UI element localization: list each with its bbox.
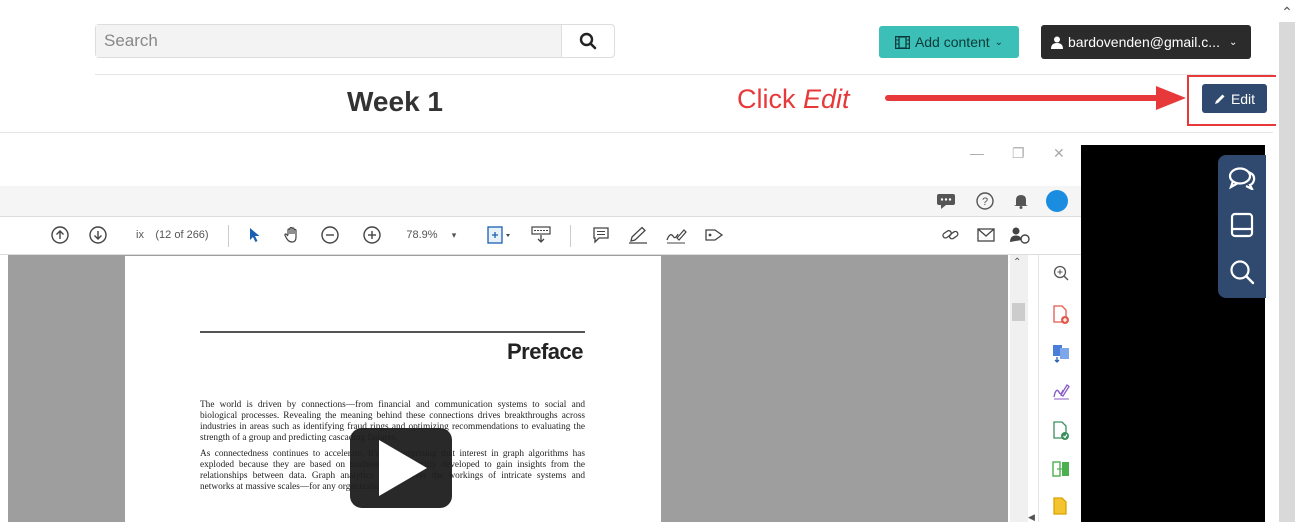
page-count: (12 of 266)	[155, 229, 209, 241]
user-menu-button[interactable]: bardovenden@gmail.c... ⌄	[1041, 25, 1251, 59]
scroll-up-icon[interactable]: ⌃	[1013, 257, 1021, 268]
mail-icon[interactable]	[975, 223, 997, 247]
pencil-icon	[1214, 94, 1225, 104]
fit-page-icon[interactable]	[484, 223, 514, 247]
chat-bubbles-icon[interactable]	[1227, 163, 1257, 193]
annotation-emphasis: Edit	[803, 84, 850, 114]
play-icon	[379, 440, 427, 496]
annotation-arrow	[885, 86, 1186, 110]
export-pdf-icon[interactable]	[1051, 343, 1071, 363]
zoom-in-icon[interactable]	[362, 223, 382, 247]
user-email: bardovenden@gmail.c...	[1068, 34, 1220, 50]
page-scrollbar-thumb[interactable]	[1279, 22, 1295, 522]
toolbar-separator	[228, 225, 229, 247]
create-pdf-icon[interactable]	[1051, 305, 1071, 325]
divider	[0, 132, 1273, 133]
comment-icon[interactable]	[937, 194, 955, 209]
divider	[95, 74, 1273, 75]
chevron-down-icon: ⌄	[1228, 36, 1238, 48]
page-up-icon[interactable]	[50, 223, 70, 247]
zoom-search-icon[interactable]	[1051, 263, 1071, 283]
film-icon	[894, 35, 910, 49]
chevron-down-icon[interactable]: ▾	[448, 223, 460, 247]
collapse-pane-icon[interactable]: ◀	[1028, 512, 1035, 522]
hand-icon[interactable]	[281, 223, 303, 247]
scroll-mode-icon[interactable]	[528, 223, 554, 247]
minimize-icon[interactable]: —	[970, 145, 984, 161]
avatar[interactable]	[1046, 190, 1068, 212]
help-icon[interactable]: ?	[976, 192, 994, 210]
search-box	[95, 24, 615, 58]
search-button[interactable]	[561, 25, 614, 57]
toolbar-separator	[570, 225, 571, 247]
page-title: Week 1	[347, 86, 443, 117]
notebook-icon[interactable]	[1227, 210, 1257, 240]
fill-sign-icon[interactable]	[1051, 381, 1071, 401]
organize-pages-icon[interactable]	[1051, 421, 1071, 441]
floating-toolbar	[1218, 155, 1266, 298]
select-arrow-icon[interactable]	[246, 223, 264, 247]
search-input[interactable]	[96, 25, 562, 57]
tag-icon[interactable]	[702, 223, 726, 247]
tools-pane	[1038, 255, 1081, 522]
viewer-toolbar: ix (12 of 266) 78.9% ▾	[0, 217, 1081, 255]
page-heading: Preface	[506, 339, 584, 364]
add-content-label: Add content	[914, 34, 990, 50]
viewer-menubar: ?	[0, 186, 1081, 217]
user-icon	[1051, 36, 1063, 49]
document-scrollbar[interactable]: ⌃	[1010, 255, 1028, 522]
zoom-level[interactable]: 78.9%	[404, 223, 440, 247]
compare-files-icon[interactable]	[1051, 459, 1071, 479]
annotation-prefix: Click	[737, 84, 803, 114]
page-down-icon[interactable]	[88, 223, 108, 247]
comment-tool-icon[interactable]	[590, 223, 612, 247]
edit-button[interactable]: Edit	[1202, 84, 1267, 113]
pdf-viewer: — ❐ ✕ ? ix (12 of 266) 78.9% ▾ Preface T…	[0, 140, 1081, 522]
annotation-text: Click Edit	[737, 84, 850, 115]
video-play-button[interactable]	[350, 428, 452, 508]
window-titlebar: — ❐ ✕	[0, 140, 1081, 166]
highlight-pen-icon[interactable]	[626, 223, 650, 247]
close-icon[interactable]: ✕	[1053, 145, 1065, 162]
chevron-down-icon: ⌄	[994, 36, 1004, 48]
sign-icon[interactable]	[664, 223, 688, 247]
restore-icon[interactable]: ❐	[1012, 145, 1025, 162]
search-icon	[579, 32, 597, 50]
zoom-out-icon[interactable]	[320, 223, 340, 247]
share-user-icon[interactable]	[1008, 223, 1032, 247]
add-content-button[interactable]: Add content ⌄	[879, 26, 1019, 58]
heading-rule	[200, 331, 585, 333]
edit-label: Edit	[1230, 90, 1256, 107]
page-number-input[interactable]: ix	[133, 223, 147, 247]
scroll-up-icon[interactable]: ⌃	[1277, 4, 1297, 20]
edit-pdf-icon[interactable]	[1051, 497, 1071, 517]
svg-text:?: ?	[982, 196, 988, 208]
document-scrollbar-thumb[interactable]	[1012, 303, 1025, 321]
bell-icon[interactable]	[1014, 193, 1028, 209]
link-icon[interactable]	[940, 223, 962, 247]
search-icon[interactable]	[1227, 257, 1257, 287]
